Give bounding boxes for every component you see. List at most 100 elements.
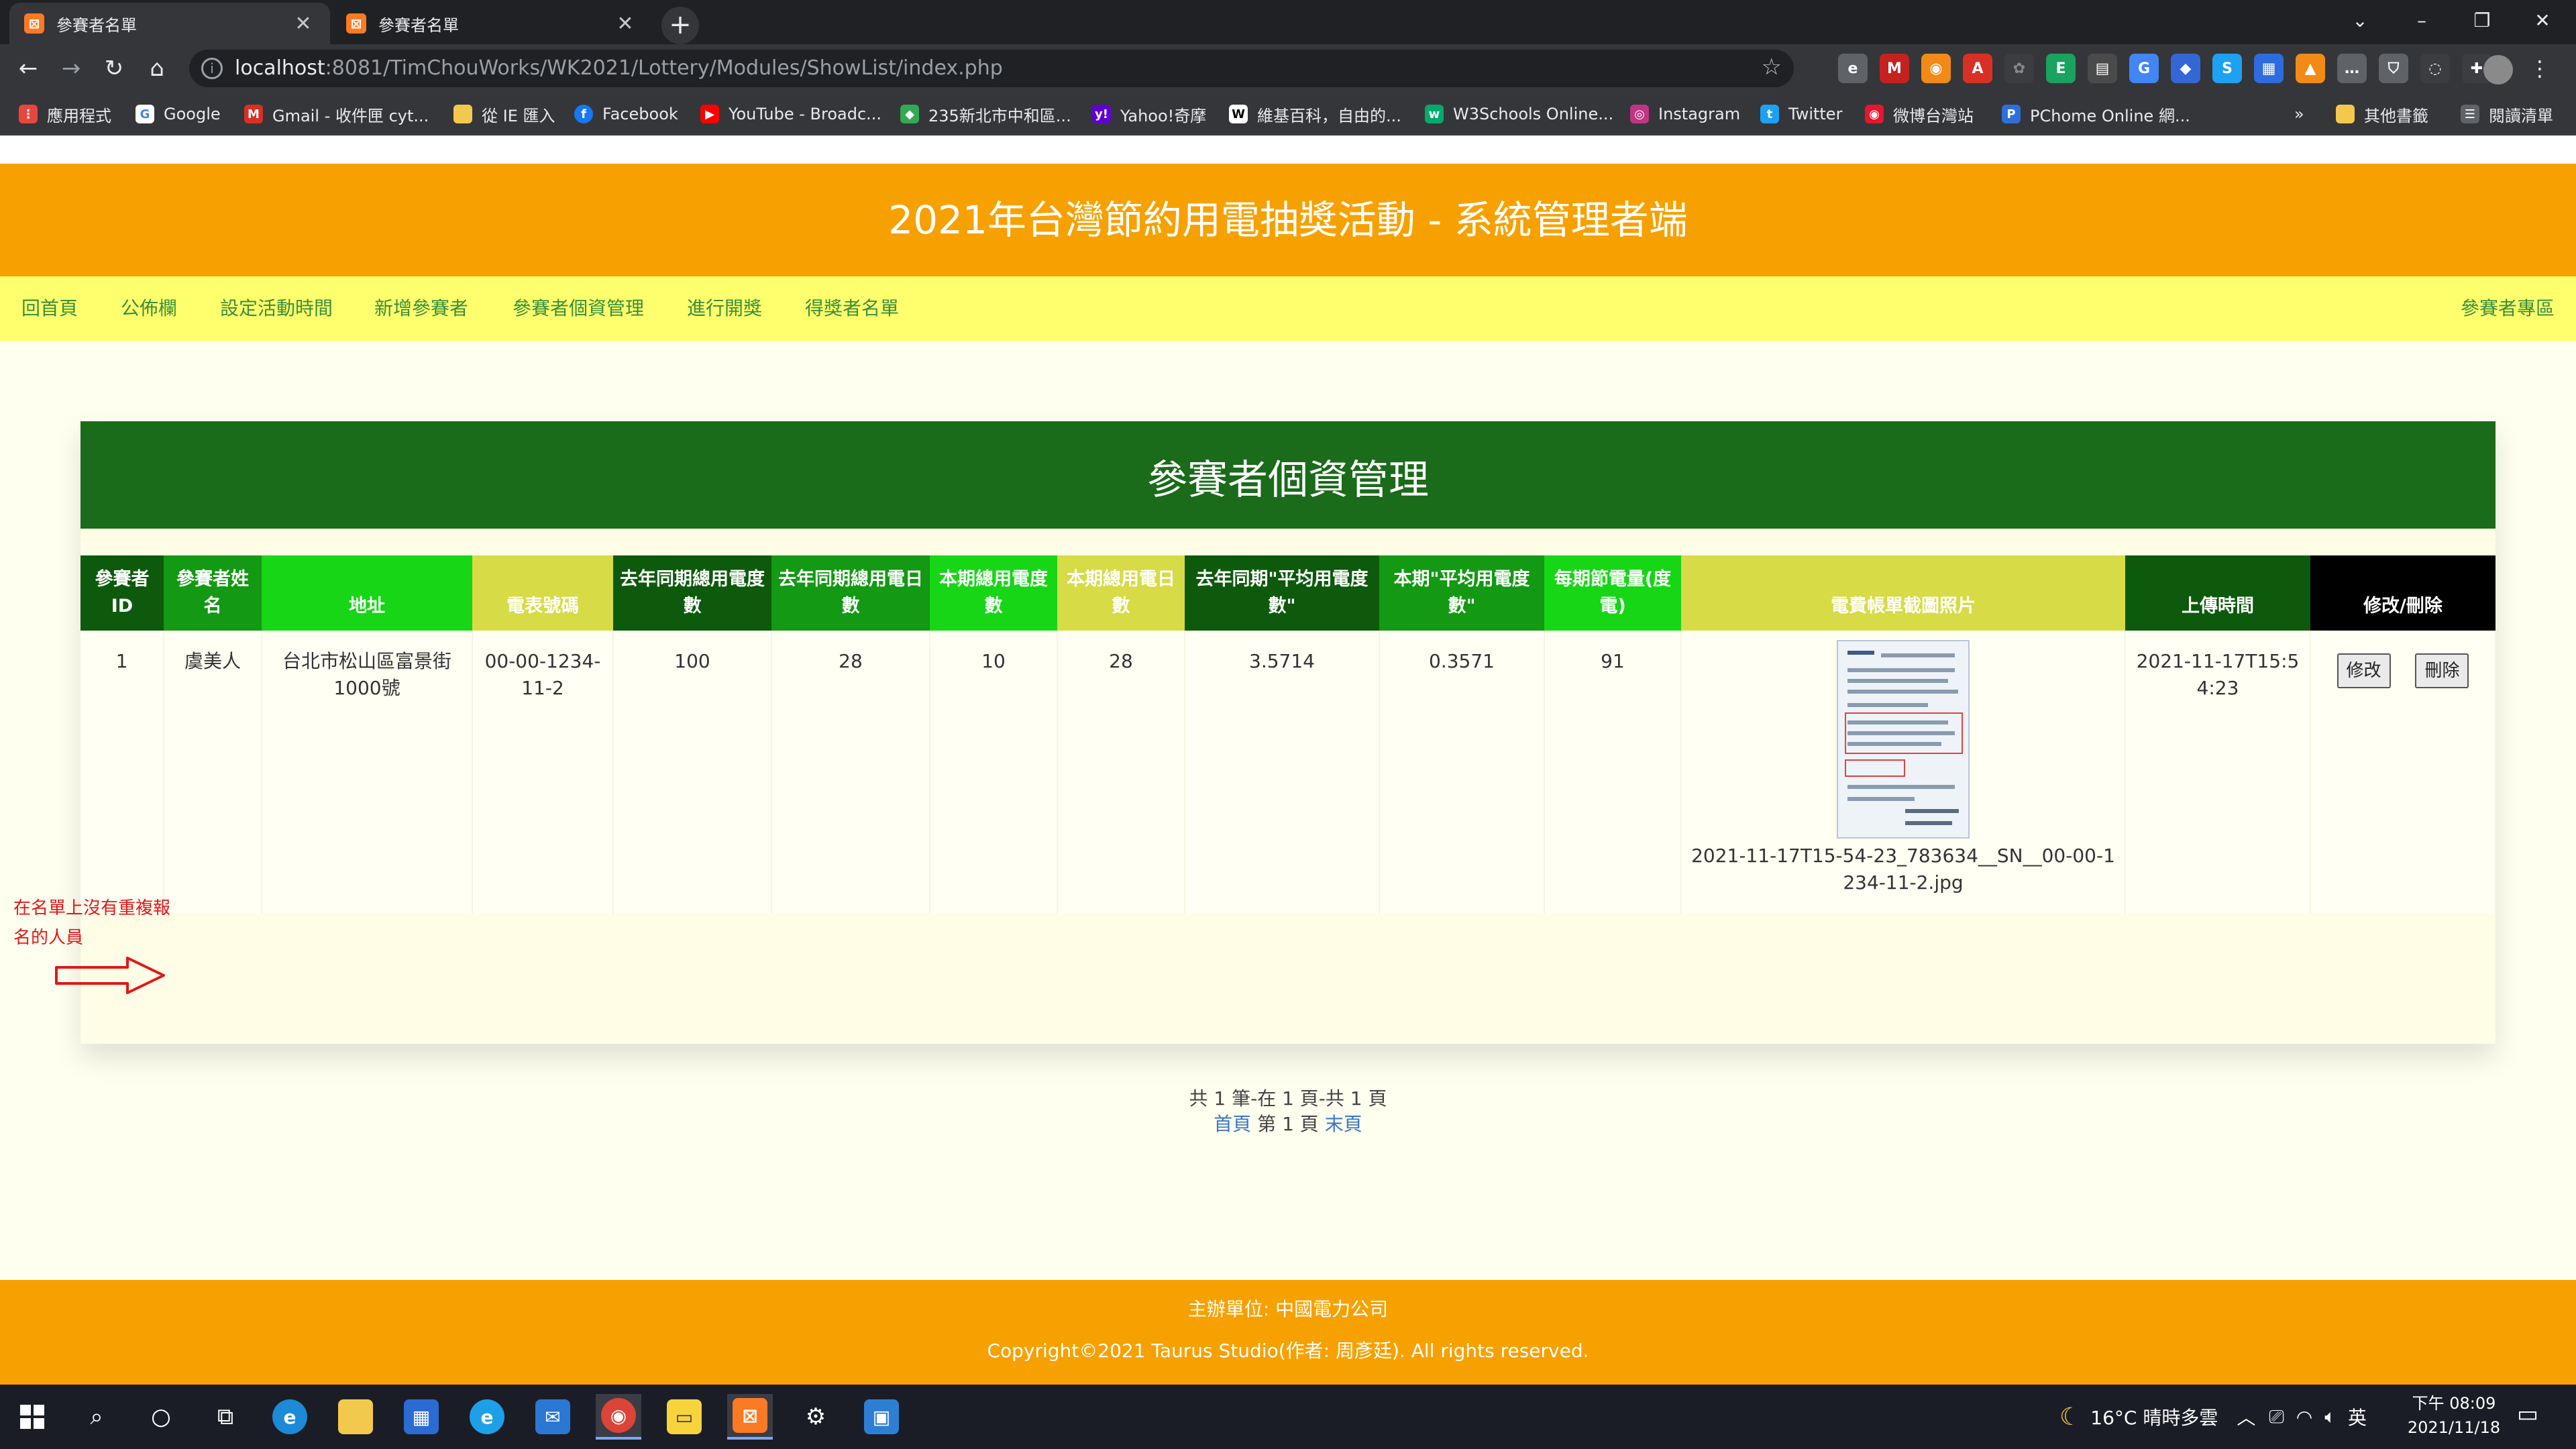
tab-search-icon[interactable]: ⌄ [2333,4,2387,38]
bookmarks-bar: ⋮ 應用程式 G Google M Gmail - 收件匣 cyt... 從 IE 匯… [0,93,2576,136]
footer-copyright: Copyright©2021 Taurus Studio(作者: 周彥廷). A… [987,1340,1589,1362]
chrome-taskbar-icon[interactable]: ◉ [596,1394,641,1440]
windows-start-icon[interactable] [9,1394,55,1440]
other-bookmarks[interactable]: 其他書籤 [2336,102,2428,126]
settings-gear-icon[interactable]: ⚙ [793,1394,839,1440]
bookmark-item[interactable]: G Google [136,102,221,126]
rss-icon[interactable]: ◉ [1921,54,1951,83]
xampp-icon[interactable]: ⊠ [727,1394,773,1440]
site-info-icon[interactable]: i [201,58,223,79]
shield-icon[interactable]: ⛉ [2379,54,2408,83]
folder-icon [2336,105,2355,123]
cell-name: 虞美人 [164,631,262,914]
network-icon[interactable]: ⎚ [2269,1405,2284,1428]
menu-participant-area[interactable]: 參賽者專區 [2461,276,2555,341]
close-tab-icon[interactable]: ✕ [291,12,315,36]
delete-button[interactable]: 刪除 [2415,653,2469,688]
sticky-notes-icon[interactable]: ▭ [661,1394,707,1440]
gmail-icon: M [244,105,263,123]
annotation-note: 在名單上沒有重複報名的人員 [13,898,171,948]
reload-icon[interactable]: ↻ [95,50,133,87]
store-icon[interactable]: ▦ [398,1394,444,1440]
cell-bill-photo: 2021-11-17T15-54-23_783634__SN__00-00-12… [1681,631,2126,914]
bookmark-label: YouTube - Broadc... [729,105,882,123]
bookmark-label: Twitter [1788,105,1843,123]
column-header: 每期節電量(度電) [1544,555,1681,631]
bookmark-item[interactable]: ◎ Instagram [1630,102,1740,126]
file-explorer-icon[interactable] [333,1394,378,1440]
menu-winners[interactable]: 得獎者名單 [805,276,899,341]
cell-actions: 修改 刪除 [2310,631,2496,914]
bookmark-item[interactable]: ▶ YouTube - Broadc... [700,102,881,126]
pager-last-link[interactable]: 末頁 [1325,1113,1362,1135]
taskbar-clock[interactable]: 下午 08:09 2021/11/18 [2407,1391,2501,1440]
menu-home[interactable]: 回首頁 [21,276,78,341]
bookmark-item[interactable]: ◆ 235新北市中和區... [900,102,1071,126]
bookmark-item[interactable]: t Twitter [1760,102,1842,126]
volume-icon[interactable]: 🔈︎ [2324,1405,2336,1428]
wifi-icon[interactable]: ◠ [2296,1406,2312,1428]
menu-participant-data[interactable]: 參賽者個資管理 [513,276,644,341]
minimize-icon[interactable]: – [2395,4,2449,38]
cortana-icon[interactable]: ○ [138,1394,184,1440]
skype-icon[interactable]: S [2212,54,2242,83]
bookmark-item[interactable]: y! Yahoo!奇摩 [1092,102,1206,126]
browser-menu-icon[interactable]: ⋮ [2529,52,2551,85]
bookmarks-overflow-icon[interactable]: » [2294,102,2304,126]
menu-set-event-time[interactable]: 設定活動時間 [220,276,333,341]
pdf-icon[interactable]: A [1963,54,1992,83]
bookmark-item[interactable]: M Gmail - 收件匣 cyt... [244,102,429,126]
restore-icon[interactable]: ❐ [2455,4,2509,38]
extension-icon[interactable]: ◌ [2420,54,2450,83]
bookmark-item[interactable]: w W3Schools Online... [1425,102,1613,126]
search-icon[interactable]: ⌕ [74,1394,119,1440]
tray-overflow-icon[interactable]: ︿ [2237,1403,2255,1430]
evernote-icon[interactable]: E [2046,54,2076,83]
bookmark-item[interactable]: W 維基百科，自由的... [1229,102,1401,126]
new-tab-button[interactable]: + [661,7,699,44]
task-view-icon[interactable]: ⧉ [203,1394,248,1440]
browser-tab[interactable]: ⊠ 參賽者名單 ✕ [331,3,652,44]
browser-tab-active[interactable]: ⊠ 參賽者名單 ✕ [9,3,330,44]
reading-list[interactable]: ☰ 閱讀清單 [2461,102,2553,126]
profile-avatar[interactable] [2483,55,2513,85]
chat-icon[interactable]: … [2337,54,2367,83]
bookmark-item[interactable]: f Facebook [574,102,678,126]
extension-icon[interactable]: e [1838,54,1868,83]
internet-explorer-icon[interactable]: e [464,1394,510,1440]
translate-icon[interactable]: G [2129,54,2159,83]
extension-icon[interactable]: ▤ [2088,54,2117,83]
bookmark-star-icon[interactable]: ☆ [1762,54,1782,80]
close-window-icon[interactable]: ✕ [2516,4,2569,38]
bookmark-item[interactable]: ◉ 微博台灣站 [1865,102,1974,126]
edit-button[interactable]: 修改 [2337,653,2391,688]
extension-icon[interactable]: ✿ [2004,54,2034,83]
extension-icon[interactable]: ▲ [2296,54,2325,83]
extension-icon[interactable]: ◆ [2171,54,2200,83]
bookmark-item[interactable]: 從 IE 匯入 [453,102,555,126]
back-icon[interactable]: ← [9,50,47,87]
ime-indicator[interactable]: 英 [2348,1403,2367,1430]
menu-draw[interactable]: 進行開獎 [687,276,762,341]
bill-screenshot-image[interactable] [1837,640,1970,839]
close-tab-icon[interactable]: ✕ [613,12,637,36]
home-icon[interactable]: ⌂ [138,50,176,87]
notification-center-icon[interactable]: ▭ [2517,1401,2538,1428]
pager-first-link[interactable]: 首頁 [1214,1113,1251,1135]
mail-icon[interactable]: ✉ [530,1394,576,1440]
bookmark-item[interactable]: P PChome Online 網... [2002,102,2190,126]
weather-text[interactable]: 16°C 晴時多雲 [2090,1403,2218,1430]
edge-icon[interactable]: e [267,1394,313,1440]
menu-add-participant[interactable]: 新增參賽者 [374,276,468,341]
forward-icon[interactable]: → [52,50,90,87]
bookmark-label: Gmail - 收件匣 cyt... [272,106,429,125]
menu-bulletin[interactable]: 公佈欄 [121,276,177,341]
bookmark-item[interactable]: ⋮ 應用程式 [19,102,111,126]
photos-icon[interactable]: ▣ [859,1394,904,1440]
column-header: 本期"平均用電度數" [1379,555,1544,631]
gmail-checker-icon[interactable]: M [1880,54,1909,83]
column-header: 上傳時間 [2125,555,2310,631]
extension-icon[interactable]: ▦ [2254,54,2284,83]
column-header: 電表號碼 [472,555,613,631]
address-bar[interactable]: i localhost:8081/TimChouWorks/WK2021/Lot… [189,50,1794,87]
